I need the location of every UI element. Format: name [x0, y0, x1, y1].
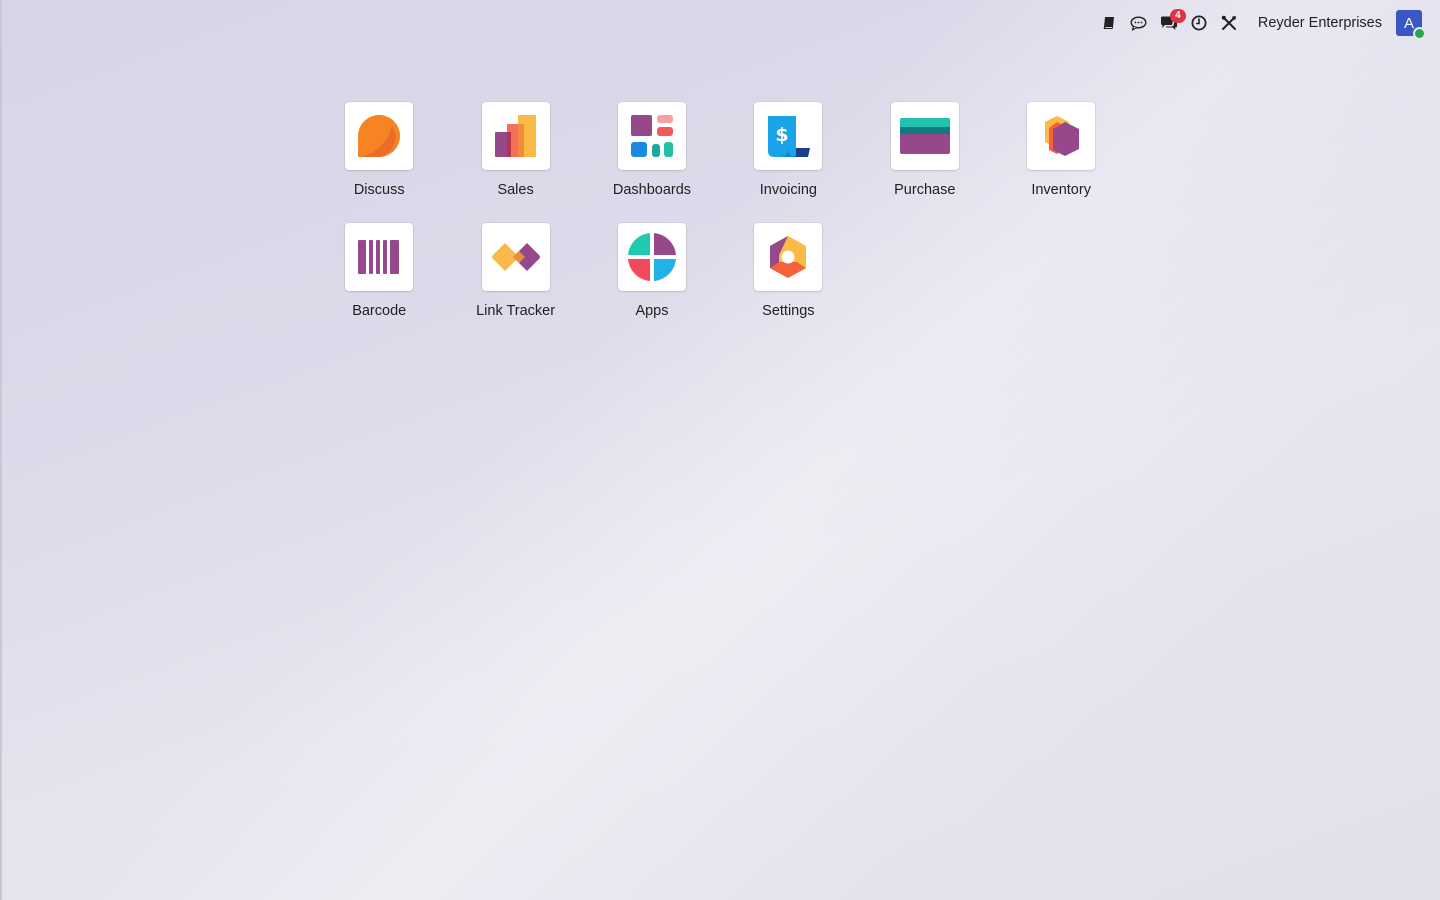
app-label: Link Tracker [476, 303, 556, 319]
messages-icon[interactable]: 4 [1154, 8, 1186, 38]
app-label: Settings [762, 303, 815, 319]
top-navbar: 4 Reyder Enterprises A [1094, 8, 1426, 40]
app-tile[interactable]: $ [754, 102, 823, 170]
avatar-letter: A [1403, 14, 1414, 32]
barcode-icon [358, 240, 400, 274]
purchase-icon [899, 118, 950, 154]
tools-icon[interactable] [1214, 8, 1244, 38]
app-tile[interactable] [481, 223, 550, 291]
svg-text:$: $ [776, 124, 789, 146]
app-tile[interactable] [890, 102, 959, 170]
app-tile[interactable] [754, 223, 823, 291]
discuss-icon [358, 115, 401, 157]
app-label: Barcode [352, 303, 407, 319]
app-barcode[interactable]: Barcode [311, 223, 447, 319]
app-purchase[interactable]: Purchase [857, 102, 993, 198]
clock-icon[interactable] [1184, 8, 1214, 38]
inventory-icon [1045, 116, 1080, 156]
app-apps[interactable]: Apps [584, 223, 720, 319]
app-settings[interactable]: Settings [720, 223, 856, 319]
app-label: Apps [635, 303, 669, 319]
app-label: Discuss [353, 182, 405, 198]
online-status-dot [1413, 27, 1426, 40]
invoicing-icon: $ [768, 116, 811, 157]
app-label: Dashboards [612, 182, 692, 198]
app-invoicing[interactable]: $ Invoicing [720, 102, 856, 198]
app-link-tracker[interactable]: Link Tracker [447, 223, 583, 319]
link-tracker-icon [491, 243, 540, 271]
app-tile[interactable] [345, 102, 414, 170]
app-grid: Discuss Sales Dashboards $ Invoicing Pur… [311, 102, 1131, 319]
app-tile[interactable] [617, 223, 686, 291]
app-sales[interactable]: Sales [447, 102, 583, 198]
app-label: Purchase [894, 182, 956, 198]
app-tile[interactable] [345, 223, 414, 291]
chat-bubble-icon[interactable] [1124, 8, 1154, 38]
user-avatar[interactable]: A [1396, 10, 1426, 40]
sales-icon [494, 115, 536, 157]
app-label: Inventory [1031, 182, 1091, 198]
book-icon[interactable] [1094, 8, 1124, 38]
app-dashboards[interactable]: Dashboards [584, 102, 720, 198]
app-tile[interactable] [617, 102, 686, 170]
window-edge [0, 0, 2, 900]
settings-icon [770, 236, 807, 278]
app-inventory[interactable]: Inventory [993, 102, 1129, 198]
app-discuss[interactable]: Discuss [311, 102, 447, 198]
company-switcher[interactable]: Reyder Enterprises [1258, 15, 1382, 31]
dashboards-icon [630, 115, 673, 157]
apps-icon [627, 233, 676, 281]
app-tile[interactable] [481, 102, 550, 170]
app-label: Invoicing [759, 182, 817, 198]
app-label: Sales [497, 182, 534, 198]
app-tile[interactable] [1027, 102, 1096, 170]
